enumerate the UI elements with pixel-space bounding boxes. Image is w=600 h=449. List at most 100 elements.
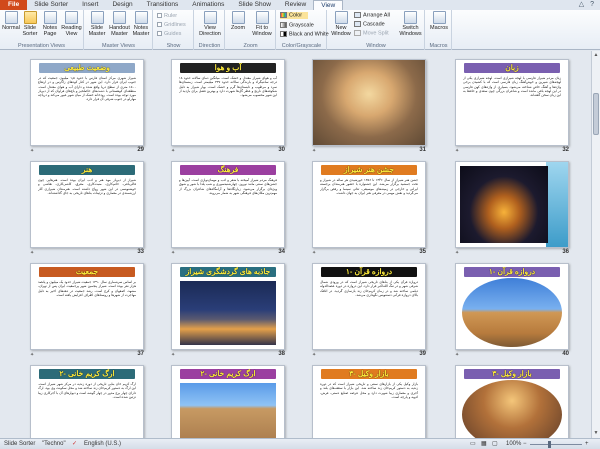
slide-thumbnail-38[interactable]: جاذبه های گردشگری شیراز [171, 263, 285, 350]
slide-thumbnail-37[interactable]: جمعیت بر اساس سرشماری سال ۱۳۹۰ جمعیت شیرا… [30, 263, 144, 350]
slide-master-button[interactable]: Slide Master [87, 11, 107, 37]
slide-transition-icon[interactable]: ✦ [171, 148, 175, 154]
slide-number: 35 [419, 249, 426, 255]
slide-transition-icon[interactable]: ✦ [30, 148, 34, 154]
tab-design[interactable]: Design [105, 0, 139, 10]
minimize-ribbon-icon[interactable]: △ [579, 0, 584, 10]
tab-insert[interactable]: Insert [75, 0, 105, 10]
gridlines-checkbox[interactable]: Gridlines [157, 22, 186, 29]
slide-photo [462, 278, 562, 347]
group-direction: View Direction Direction [195, 10, 225, 50]
slide-thumbnail-31[interactable] [312, 59, 426, 146]
zoom-in-icon[interactable]: + [585, 439, 589, 449]
slide-thumbnail-40[interactable]: ۱- دروازه قرآن [455, 263, 569, 350]
macros-button[interactable]: Macros [428, 11, 450, 31]
slide-thumbnail-34[interactable]: فرهنگ فرهنگ مردم شیراز آمیخته با شعر و اد… [171, 161, 285, 248]
scroll-down-icon[interactable]: ▼ [593, 430, 599, 437]
magnifier-icon [231, 11, 245, 24]
slide-sorter-pane[interactable]: وضعیت طبیعی شیراز شهری مرکز استان فارس با… [0, 51, 591, 438]
fit-to-window-button[interactable]: Fit to Window [250, 11, 274, 37]
slide-title: ۳- بازار وکیل [321, 369, 417, 379]
slide-transition-icon[interactable]: ✦ [312, 250, 316, 256]
group-macros: Macros Macros [426, 10, 452, 50]
slide-thumbnail-30[interactable]: آب و هوا آب و هوای شیراز معتدل و خشک است.… [171, 59, 285, 146]
slide-title: ۱- دروازه قرآن [464, 267, 560, 277]
group-label: Direction [198, 43, 221, 49]
slide-transition-icon[interactable]: ✦ [171, 250, 175, 256]
slide-transition-icon[interactable]: ✦ [312, 352, 316, 358]
slide-thumbnail-35[interactable]: جشن هنر شیراز جشن هنر شیراز از سال ۱۳۴۶ ت… [312, 161, 426, 248]
status-language[interactable]: English (U.S.) [84, 439, 121, 449]
fit-window-icon [255, 11, 269, 24]
slide-thumbnail-39[interactable]: ۱- دروازه قرآن دروازه قرآن یکی از بناهای … [312, 263, 426, 350]
zoom-slider-track[interactable] [530, 444, 582, 445]
slide-number: 38 [278, 351, 285, 357]
slide-thumbnail-33[interactable]: هنر شیراز از دیرباز مهد هنر و ادب ایران ب… [30, 161, 144, 248]
slide-thumbnail-43[interactable]: ۳- بازار وکیل بازار وکیل یکی از بازارهای … [312, 365, 426, 438]
slide-transition-icon[interactable]: ✦ [30, 250, 34, 256]
view-direction-icon [203, 11, 217, 24]
color-button[interactable]: Color [280, 12, 309, 20]
sorter-view-status-icon[interactable]: ▦ [481, 439, 487, 449]
tab-home[interactable]: Slide Sorter [27, 0, 75, 10]
tab-animations[interactable]: Animations [185, 0, 231, 10]
status-bar: Slide Sorter "Techno" ✓ English (U.S.) ▭… [0, 438, 600, 449]
slide-transition-icon[interactable]: ✦ [455, 352, 459, 358]
slide-title: جشن هنر شیراز [321, 165, 417, 175]
notes-master-button[interactable]: Notes Master [131, 11, 151, 37]
tab-transitions[interactable]: Transitions [140, 0, 186, 10]
slide-thumbnail-42[interactable]: ۲- ارگ کریم خانی [171, 365, 285, 438]
scroll-up-icon[interactable]: ▲ [593, 52, 599, 59]
slide-transition-icon[interactable]: ✦ [455, 148, 459, 154]
vertical-scrollbar[interactable]: ▲ ▼ [591, 51, 600, 438]
switch-windows-button[interactable]: Switch Windows [398, 11, 423, 37]
ribbon: Normal Slide Sorter Notes Page Reading V… [0, 10, 600, 50]
new-window-button[interactable]: New Window [330, 11, 352, 37]
notes-page-button[interactable]: Notes Page [41, 11, 59, 37]
handout-master-button[interactable]: Handout Master [109, 11, 130, 37]
normal-view-button[interactable]: Normal [2, 11, 20, 31]
slide-thumbnail-41[interactable]: ۲- ارگ کریم خانی ارگ کریم خان بنایی تاریخ… [30, 365, 144, 438]
slide-number: 37 [137, 351, 144, 357]
cascade-button[interactable]: Cascade [354, 21, 385, 28]
reading-view-status-icon[interactable]: ▢ [492, 439, 498, 449]
view-direction-button[interactable]: View Direction [197, 11, 223, 37]
tab-view[interactable]: View [313, 0, 344, 10]
slide-thumbnail-29[interactable]: وضعیت طبیعی شیراز شهری مرکز استان فارس با… [30, 59, 144, 146]
slide-body-text: آب و هوای شیراز معتدل و خشک است. میانگین… [179, 76, 277, 98]
zoom-out-icon[interactable]: − [523, 439, 527, 449]
black-white-button[interactable]: Black and White [280, 31, 329, 38]
grayscale-button[interactable]: Grayscale [280, 22, 314, 29]
slide-thumbnail-36[interactable] [455, 161, 569, 248]
help-icon[interactable]: ? [590, 0, 594, 10]
guides-checkbox[interactable]: Guides [157, 31, 181, 38]
slide-number: 31 [419, 147, 426, 153]
zoom-button[interactable]: Zoom [229, 11, 247, 31]
ruler-checkbox[interactable]: Ruler [157, 13, 177, 20]
slide-body-text: ارگ کریم خان بنایی تاریخی از دوره زندیه … [38, 382, 136, 399]
spellcheck-icon[interactable]: ✓ [72, 439, 77, 449]
slide-body-text: بر اساس سرشماری سال ۱۳۹۰ جمعیت شیراز حدو… [38, 280, 136, 297]
slide-body-text: بازار وکیل یکی از بازارهای سنتی و تاریخی… [320, 382, 418, 399]
slide-thumbnail-44[interactable]: ۳- بازار وکیل [455, 365, 569, 438]
zoom-level[interactable]: 100% [506, 439, 521, 449]
tab-file[interactable]: File [0, 0, 28, 10]
arrange-all-button[interactable]: Arrange All [354, 12, 390, 19]
slide-transition-icon[interactable]: ✦ [30, 352, 34, 358]
group-label: Show [166, 43, 181, 49]
reading-view-button[interactable]: Reading View [61, 11, 82, 37]
slide-transition-icon[interactable]: ✦ [312, 148, 316, 154]
group-show: Ruler Gridlines Guides Show [154, 10, 194, 50]
tab-review[interactable]: Review [278, 0, 313, 10]
tab-slide-show[interactable]: Slide Show [231, 0, 278, 10]
notes-master-icon [134, 11, 148, 24]
normal-view-status-icon[interactable]: ▭ [470, 439, 476, 449]
scroll-thumb[interactable] [593, 93, 599, 135]
slide-transition-icon[interactable]: ✦ [171, 352, 175, 358]
slide-sorter-button[interactable]: Slide Sorter [21, 11, 39, 37]
move-split-button[interactable]: Move Split [354, 30, 389, 37]
slide-transition-icon[interactable]: ✦ [455, 250, 459, 256]
zoom-slider-thumb[interactable] [548, 441, 551, 448]
slide-thumbnail-32[interactable]: زبان زبان مردم شیراز فارسی با لهجه شیرازی… [455, 59, 569, 146]
slide-photo [460, 166, 548, 243]
